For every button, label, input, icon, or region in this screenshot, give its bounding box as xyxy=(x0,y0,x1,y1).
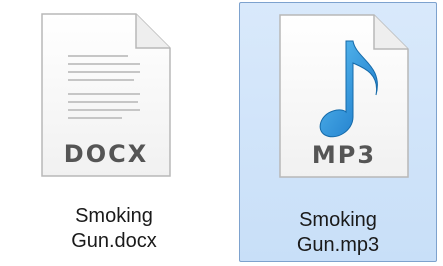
docx-type-label: DOCX xyxy=(64,140,148,168)
file-name-docx[interactable]: Smoking Gun.docx xyxy=(0,204,228,254)
file-item-docx[interactable]: DOCX Smoking Gun.docx xyxy=(0,0,228,266)
file-item-mp3-selected[interactable]: MP3 Smoking Gun.mp3 xyxy=(239,2,437,262)
file-name-line2: Gun.mp3 xyxy=(296,234,380,256)
file-name-line1: Smoking xyxy=(75,205,153,227)
file-name-line1: Smoking xyxy=(299,209,377,231)
mp3-file-icon: MP3 xyxy=(276,13,412,181)
docx-file-icon: DOCX xyxy=(38,12,174,180)
file-name-line2: Gun.docx xyxy=(71,230,157,252)
file-name-mp3[interactable]: Smoking Gun.mp3 xyxy=(240,208,436,258)
mp3-type-label: MP3 xyxy=(312,141,376,169)
